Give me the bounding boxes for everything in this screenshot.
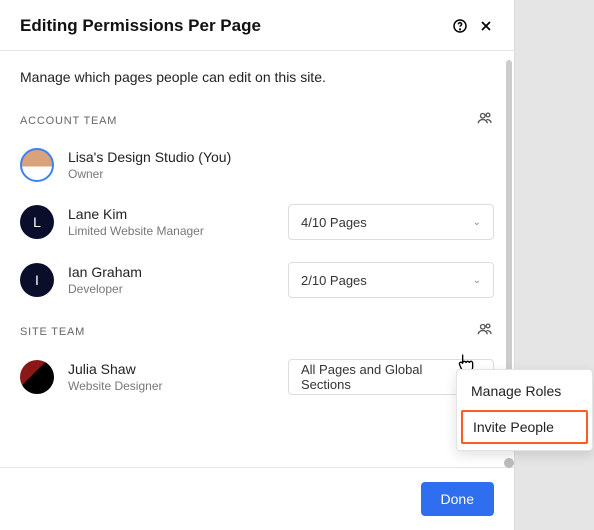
pages-value: All Pages and Global Sections: [301, 362, 473, 392]
close-icon[interactable]: [478, 18, 494, 34]
member-info: Lane Kim Limited Website Manager: [68, 206, 274, 238]
modal-description: Manage which pages people can edit on th…: [20, 69, 494, 85]
help-icon[interactable]: [452, 18, 468, 34]
people-icon[interactable]: [476, 109, 494, 132]
avatar: [20, 360, 54, 394]
member-row-lisa: Lisa's Design Studio (You) Owner: [20, 148, 494, 182]
scrollbar-handle[interactable]: [504, 458, 514, 468]
header-actions: [452, 18, 494, 34]
member-role: Website Designer: [68, 379, 274, 393]
member-info: Julia Shaw Website Designer: [68, 361, 274, 393]
chevron-down-icon: ⌄: [473, 217, 481, 228]
member-row-lane: L Lane Kim Limited Website Manager 4/10 …: [20, 204, 494, 240]
modal-body: Manage which pages people can edit on th…: [0, 51, 514, 467]
member-name: Julia Shaw: [68, 361, 274, 377]
chevron-down-icon: ⌄: [473, 275, 481, 286]
member-role: Limited Website Manager: [68, 224, 274, 238]
menu-invite-people[interactable]: Invite People: [461, 410, 588, 444]
modal-header: Editing Permissions Per Page: [0, 0, 514, 51]
member-info: Ian Graham Developer: [68, 264, 274, 296]
pages-value: 2/10 Pages: [301, 273, 367, 288]
add-people-icon[interactable]: [476, 320, 494, 343]
site-team-header: SITE TEAM: [20, 320, 494, 343]
pages-value: 4/10 Pages: [301, 215, 367, 230]
member-name: Ian Graham: [68, 264, 274, 280]
member-info: Lisa's Design Studio (You) Owner: [68, 149, 494, 181]
permissions-modal: Editing Permissions Per Page Manage whic…: [0, 0, 515, 530]
member-row-julia: Julia Shaw Website Designer All Pages an…: [20, 359, 494, 395]
avatar: [20, 148, 54, 182]
avatar: L: [20, 205, 54, 239]
avatar: I: [20, 263, 54, 297]
done-button[interactable]: Done: [421, 482, 494, 516]
member-name: Lane Kim: [68, 206, 274, 222]
member-role: Owner: [68, 167, 494, 181]
pages-select-lane[interactable]: 4/10 Pages ⌄: [288, 204, 494, 240]
account-team-header: ACCOUNT TEAM: [20, 109, 494, 132]
member-name: Lisa's Design Studio (You): [68, 149, 494, 165]
member-row-ian: I Ian Graham Developer 2/10 Pages ⌄: [20, 262, 494, 298]
team-dropdown-menu: Manage Roles Invite People: [456, 369, 593, 451]
account-team-label: ACCOUNT TEAM: [20, 115, 117, 127]
modal-title: Editing Permissions Per Page: [20, 16, 261, 36]
pages-select-ian[interactable]: 2/10 Pages ⌄: [288, 262, 494, 298]
modal-footer: Done: [0, 467, 514, 530]
member-role: Developer: [68, 282, 274, 296]
menu-manage-roles[interactable]: Manage Roles: [457, 374, 592, 408]
site-team-label: SITE TEAM: [20, 326, 85, 338]
